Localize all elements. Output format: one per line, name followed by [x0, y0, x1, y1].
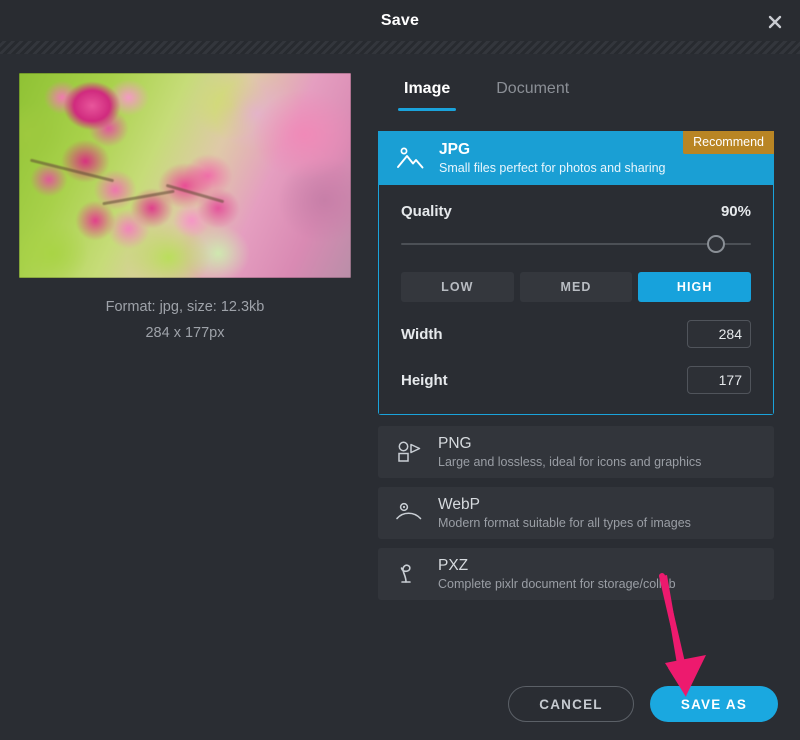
- quality-slider[interactable]: [401, 230, 751, 258]
- width-row: Width: [401, 320, 751, 348]
- height-row: Height: [401, 366, 751, 394]
- format-option-webp-header[interactable]: WebP Modern format suitable for all type…: [378, 487, 774, 539]
- preview-format-line: Format: jpg, size: 12.3kb: [105, 299, 265, 315]
- tab-image[interactable]: Image: [398, 76, 457, 111]
- format-option-png[interactable]: PNG Large and lossless, ideal for icons …: [378, 426, 774, 478]
- close-icon[interactable]: [764, 11, 786, 33]
- format-option-png-header[interactable]: PNG Large and lossless, ideal for icons …: [378, 426, 774, 478]
- jpg-settings-panel: Quality 90% LOW MED HIGH Width 284 Heigh…: [379, 185, 773, 414]
- image-preview: [19, 73, 351, 278]
- format-name-webp: WebP: [438, 495, 480, 513]
- save-as-button[interactable]: SAVE AS: [650, 686, 778, 722]
- quality-preset-med[interactable]: MED: [519, 272, 633, 302]
- format-option-list: JPG Small files perfect for photos and s…: [378, 131, 778, 609]
- dialog-body: Format: jpg, size: 12.3kb 284 x 177px Im…: [0, 54, 800, 740]
- format-option-jpg[interactable]: JPG Small files perfect for photos and s…: [378, 131, 774, 415]
- width-label: Width: [401, 325, 443, 343]
- format-desc-webp: Modern format suitable for all types of …: [438, 515, 691, 530]
- format-desc-png: Large and lossless, ideal for icons and …: [438, 454, 702, 469]
- preview-dimension-line: 284 x 177px: [145, 325, 225, 341]
- preview-photo-overlay: [19, 73, 351, 278]
- format-option-pxz-header[interactable]: PXZ Complete pixlr document for storage/…: [378, 548, 774, 600]
- smile-curve-icon: [392, 496, 426, 530]
- quality-slider-track[interactable]: [401, 243, 751, 245]
- format-name-pxz: PXZ: [438, 556, 469, 574]
- format-name-png: PNG: [438, 434, 472, 452]
- format-option-webp[interactable]: WebP Modern format suitable for all type…: [378, 487, 774, 539]
- tab-bar: Image Document: [398, 76, 575, 111]
- quality-preset-low[interactable]: LOW: [401, 272, 514, 302]
- format-option-jpg-header[interactable]: JPG Small files perfect for photos and s…: [378, 131, 774, 185]
- format-option-webp-text: WebP Modern format suitable for all type…: [438, 495, 691, 532]
- format-option-jpg-text: JPG Small files perfect for photos and s…: [439, 140, 666, 177]
- shapes-icon: [392, 435, 426, 469]
- height-label: Height: [401, 371, 448, 389]
- recommend-badge: Recommend: [683, 131, 774, 154]
- cancel-button[interactable]: CANCEL: [508, 686, 634, 722]
- quality-label: Quality: [401, 203, 452, 220]
- format-option-pxz-text: PXZ Complete pixlr document for storage/…: [438, 556, 676, 593]
- quality-row: Quality 90%: [401, 203, 751, 220]
- format-desc-jpg: Small files perfect for photos and shari…: [439, 160, 666, 175]
- width-input[interactable]: [687, 320, 751, 348]
- dialog-titlebar: Save: [0, 0, 800, 41]
- options-panel: Image Document JPG Small files perfect f…: [370, 54, 800, 740]
- preview-metadata: Format: jpg, size: 12.3kb 284 x 177px: [0, 294, 370, 346]
- dialog-footer: CANCEL SAVE AS: [508, 686, 778, 722]
- quality-preset-group: LOW MED HIGH: [401, 272, 752, 302]
- quality-value: 90%: [720, 203, 751, 220]
- dialog-title: Save: [380, 11, 420, 29]
- striped-divider: [0, 41, 800, 54]
- tab-document[interactable]: Document: [490, 76, 575, 111]
- format-option-pxz[interactable]: PXZ Complete pixlr document for storage/…: [378, 548, 774, 600]
- quality-slider-handle[interactable]: [707, 235, 725, 253]
- preview-panel: Format: jpg, size: 12.3kb 284 x 177px: [0, 54, 370, 740]
- height-input[interactable]: [687, 366, 751, 394]
- format-name-jpg: JPG: [439, 140, 471, 158]
- close-icon-glyph: [768, 15, 782, 29]
- quality-preset-high[interactable]: HIGH: [638, 272, 752, 302]
- format-desc-pxz: Complete pixlr document for storage/coll…: [438, 576, 676, 591]
- photo-mountain-icon: [393, 141, 427, 175]
- format-option-png-text: PNG Large and lossless, ideal for icons …: [438, 434, 701, 471]
- pixlr-loop-icon: [392, 557, 426, 591]
